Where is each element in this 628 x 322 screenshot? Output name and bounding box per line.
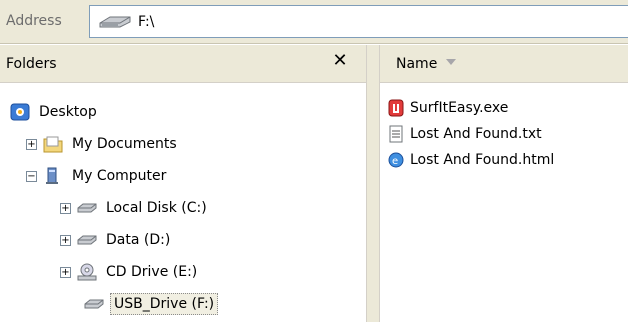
folders-pane: Folders ✕ Desktop + My Documents − My Co… <box>0 45 366 322</box>
address-value: F:\ <box>138 14 155 30</box>
svg-text:e: e <box>392 156 398 167</box>
file-item-lost-and-found-html[interactable]: e Lost And Found.html <box>386 147 554 173</box>
collapse-toggle[interactable]: − <box>26 170 37 182</box>
exe-icon <box>386 99 406 117</box>
name-column-label: Name <box>396 56 438 72</box>
tree-item-data-d[interactable]: + Data (D:) <box>60 226 173 254</box>
hard-drive-icon <box>77 199 97 217</box>
my-computer-icon <box>43 167 63 185</box>
desktop-icon <box>10 103 30 121</box>
tree-item-local-disk-c[interactable]: + Local Disk (C:) <box>60 194 210 222</box>
address-bar: Address F:\ <box>0 0 628 44</box>
address-field[interactable]: F:\ <box>89 5 628 38</box>
file-item-surfiteasy[interactable]: SurfItEasy.exe <box>386 95 508 121</box>
text-file-icon <box>386 125 406 143</box>
html-file-icon: e <box>386 151 406 169</box>
address-label: Address <box>6 13 62 29</box>
tree-item-label: Local Disk (C:) <box>106 200 207 216</box>
cd-drive-icon <box>77 263 97 281</box>
tree-item-label: Desktop <box>39 104 97 120</box>
file-label: Lost And Found.html <box>410 152 555 168</box>
sort-arrow-icon <box>446 59 456 65</box>
tree-item-my-computer[interactable]: − My Computer <box>26 162 169 190</box>
file-label: Lost And Found.txt <box>410 126 542 142</box>
tree-item-desktop[interactable]: Desktop <box>10 98 100 126</box>
usb-drive-icon <box>98 14 132 34</box>
file-item-lost-and-found-txt[interactable]: Lost And Found.txt <box>386 121 542 147</box>
tree-item-usb-drive-f[interactable]: USB_Drive (F:) <box>84 290 219 318</box>
hard-drive-icon <box>77 231 97 249</box>
file-label: SurfItEasy.exe <box>410 100 509 116</box>
tree-item-label: My Documents <box>72 136 177 152</box>
name-column-header[interactable]: Name <box>380 45 628 83</box>
tree-item-cd-drive-e[interactable]: + CD Drive (E:) <box>60 258 200 286</box>
file-list-pane: Name SurfItEasy.exe Lost And Found.txt e… <box>380 45 628 322</box>
usb-drive-icon <box>84 295 104 313</box>
tree-item-label: Data (D:) <box>106 232 171 248</box>
expand-toggle[interactable]: + <box>26 138 37 150</box>
folders-header: Folders ✕ <box>0 45 366 83</box>
pane-splitter[interactable] <box>366 45 380 322</box>
expand-toggle[interactable]: + <box>60 234 71 246</box>
tree-item-my-documents[interactable]: + My Documents <box>26 130 180 158</box>
expand-toggle[interactable]: + <box>60 266 71 278</box>
tree-item-label: CD Drive (E:) <box>106 264 198 280</box>
tree-item-label: My Computer <box>72 168 167 184</box>
close-folders-button[interactable]: ✕ <box>329 49 351 73</box>
tree-item-label: USB_Drive (F:) <box>110 293 219 315</box>
my-documents-icon <box>43 135 63 153</box>
folders-title: Folders <box>6 56 57 72</box>
expand-toggle[interactable]: + <box>60 202 71 214</box>
